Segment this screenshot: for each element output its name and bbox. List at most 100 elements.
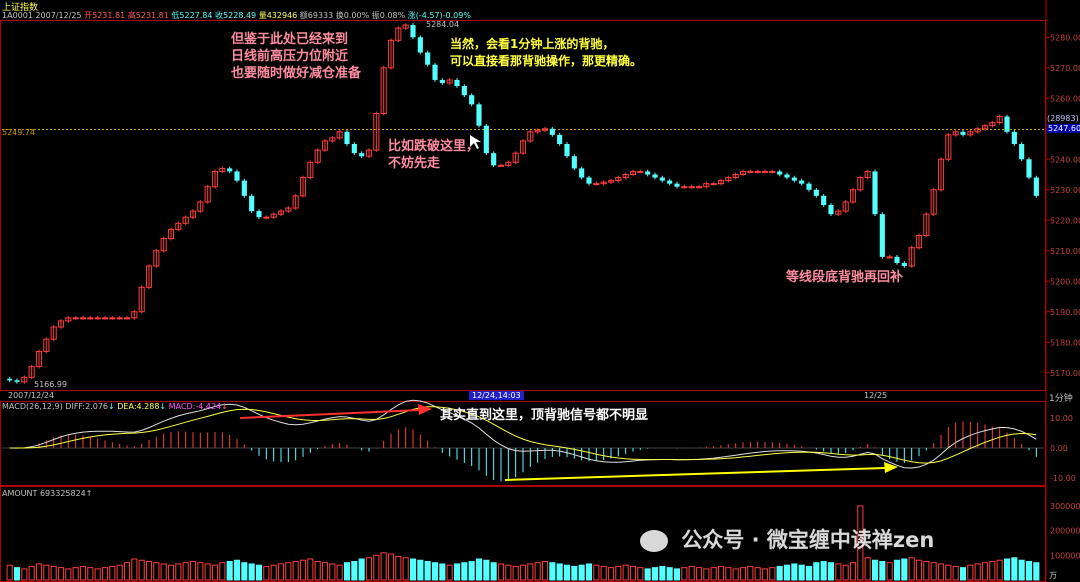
amount-bar: [255, 564, 263, 581]
amount-bar: [461, 562, 468, 581]
price-tick-label: 5240.00: [1050, 155, 1080, 164]
amount-bar: [43, 564, 50, 581]
amount-bar: [915, 559, 923, 581]
period-label[interactable]: 1分钟: [1049, 391, 1073, 404]
amount-bar: [886, 562, 893, 581]
amount-bar: [923, 560, 930, 581]
amount-bar: [468, 560, 475, 581]
candle-down: [960, 131, 966, 135]
chart-canvas[interactable]: 5280.005270.005260.005250.005240.005230.…: [0, 0, 1080, 582]
time-cursor-label[interactable]: 12/24,14:03: [469, 391, 524, 400]
amount-bar: [160, 563, 167, 581]
amount-bar: [776, 565, 783, 581]
candle-down: [491, 153, 497, 166]
candle-down: [439, 79, 445, 83]
amount-bar: [871, 559, 879, 581]
amount-bar: [109, 565, 116, 581]
candle-down: [256, 211, 262, 218]
candle-down: [410, 25, 416, 38]
amount-bar: [996, 559, 1003, 581]
panel-frames: [0, 0, 1047, 582]
amount-bar: [439, 563, 446, 581]
candle-down: [227, 168, 233, 172]
amount-bar: [659, 565, 666, 581]
amount-bar: [563, 564, 571, 581]
price-tick-label: 5230.00: [1050, 186, 1080, 195]
amount-bar: [842, 564, 849, 581]
amount-bar: [263, 565, 270, 581]
amount-bar: [981, 562, 989, 581]
amount-bar: [6, 564, 13, 581]
amount-bar: [270, 564, 277, 581]
candle-up: [769, 170, 776, 173]
amount-bar: [204, 563, 211, 581]
amount-bar: [1011, 557, 1018, 581]
amount-bar: [527, 563, 534, 581]
candle-up: [101, 317, 109, 320]
amount-bar: [21, 568, 28, 581]
amount-bar: [72, 567, 79, 581]
amount-axis-ticks: 300000 200000 100000: [1050, 502, 1080, 560]
candle-down: [425, 52, 431, 65]
amount-bar: [285, 562, 292, 581]
amount-bar: [930, 562, 937, 581]
candle-down: [549, 128, 555, 135]
amount-tick-label: 100000: [1050, 551, 1080, 560]
candle-down: [777, 171, 783, 175]
watermark: 公众号 · 微宝缠中读禅zen: [640, 524, 934, 554]
amount-bar: [417, 559, 424, 581]
amount-bar: [791, 563, 798, 581]
amount-bar: [35, 563, 43, 581]
amount-bar: [1033, 562, 1040, 581]
amount-bar: [292, 560, 299, 581]
candle-down: [645, 171, 651, 175]
candle-down: [483, 125, 489, 154]
amount-bar: [153, 562, 160, 581]
amount-bar: [673, 568, 681, 581]
candle-down: [476, 104, 482, 126]
amount-bar: [556, 563, 563, 581]
candle-up: [695, 186, 703, 189]
amount-bar: [453, 563, 461, 581]
candle-down: [674, 183, 680, 187]
candle-down: [813, 189, 819, 196]
candle-down: [1026, 159, 1032, 178]
candle-up: [123, 317, 131, 320]
amount-bar: [989, 560, 996, 581]
candle-down: [828, 205, 834, 215]
annotation-macd: 其实直到这里，顶背驰信号都不明显: [440, 408, 649, 423]
amount-bar: [629, 565, 637, 581]
candle-up: [747, 170, 754, 173]
amount-bar: [365, 557, 373, 581]
candle-down: [1019, 144, 1025, 160]
amount-bar: [182, 562, 189, 581]
amount-bar: [813, 562, 820, 581]
candle-down: [571, 156, 577, 169]
price-tick-label: 5200.00: [1050, 277, 1080, 286]
amount-bar: [761, 568, 769, 581]
amount-bar: [607, 567, 615, 581]
candle-down: [7, 378, 13, 381]
amount-bar: [783, 564, 791, 581]
red-arrow-head: [418, 404, 432, 415]
amount-bar: [189, 560, 197, 581]
candle-up: [263, 216, 270, 219]
amount-bar: [307, 558, 314, 581]
amount-bar: [343, 562, 351, 581]
amount-bar: [446, 564, 453, 581]
candle-down: [821, 195, 827, 205]
amount-bar: [387, 553, 395, 581]
amount-bar: [211, 564, 219, 581]
amount-bar: [497, 563, 505, 581]
amount-bar: [644, 568, 651, 581]
candle-down: [894, 256, 900, 263]
amount-tick-label: 300000: [1050, 502, 1080, 511]
amount-bar: [483, 559, 490, 581]
amount-bar: [65, 568, 72, 581]
amount-bar: [835, 563, 842, 581]
amount-bar: [769, 567, 776, 581]
price-tick-label: 5260.00: [1050, 94, 1080, 103]
amount-bar: [549, 562, 556, 581]
amount-bar: [241, 562, 248, 581]
yellow-arrow: [504, 467, 886, 481]
